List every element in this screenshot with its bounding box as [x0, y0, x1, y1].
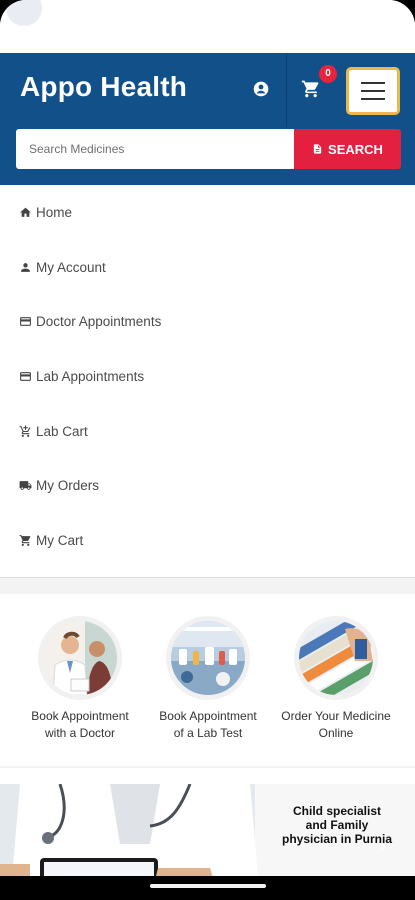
menu-item-label: My Account: [36, 259, 106, 275]
card-icon: [18, 369, 32, 383]
service-order-medicine[interactable]: Order Your Medicine Online: [276, 616, 396, 742]
menu-item-label: Home: [36, 204, 73, 220]
menu-item-lab-appointments[interactable]: Lab Appointments: [0, 349, 415, 404]
menu-item-lab-cart[interactable]: Lab Cart: [0, 404, 415, 459]
menu-item-my-cart[interactable]: My Cart: [0, 513, 415, 568]
menu-item-my-orders[interactable]: My Orders: [0, 458, 415, 513]
menu-item-label: My Cart: [36, 532, 84, 548]
menu-item-label: Doctor Appointments: [36, 314, 162, 330]
status-bar: [0, 0, 415, 26]
search-button-label: SEARCH: [328, 141, 383, 157]
service-label: Book Appointment of a Lab Test: [148, 708, 268, 742]
app-title: Appo Health: [20, 71, 188, 102]
doctor-photo-icon: [38, 616, 122, 700]
menu-item-label: My Orders: [36, 478, 100, 494]
service-label-line: Online: [318, 726, 354, 740]
chevron-right-icon[interactable]: [374, 838, 392, 856]
app-header: Appo Health 0 SEARCH: [0, 53, 415, 185]
search-button[interactable]: SEARCH: [294, 129, 401, 169]
cart-icon: [18, 533, 32, 547]
document-search-icon: [313, 144, 322, 154]
menu-item-my-account[interactable]: My Account: [0, 240, 415, 295]
header-divider: [286, 53, 287, 127]
cart-add-icon: [18, 424, 32, 438]
hamburger-menu-button[interactable]: [346, 67, 400, 115]
menu-item-home[interactable]: Home: [0, 185, 415, 240]
banner-text-line: Child specialist: [292, 804, 382, 818]
menu-item-label: Lab Cart: [36, 423, 88, 439]
home-icon: [18, 205, 32, 219]
service-doctor-appointment[interactable]: Book Appointment with a Doctor: [20, 616, 140, 742]
person-icon: [18, 260, 32, 274]
service-label: Order Your Medicine Online: [276, 708, 396, 742]
menu-item-label: Lab Appointments: [36, 368, 145, 384]
service-label-line: with a Doctor: [44, 726, 116, 740]
system-navigation-bar: [0, 876, 415, 900]
services-section: Book Appointment with a Doctor Book Appo…: [0, 594, 415, 766]
app-screen: Appo Health 0 SEARCH: [0, 0, 415, 900]
service-label-line: Order Your Medicine: [281, 709, 391, 723]
service-label-line: of a Lab Test: [173, 726, 243, 740]
cart-count-badge: 0: [319, 65, 337, 83]
menu-item-doctor-appointments[interactable]: Doctor Appointments: [0, 294, 415, 349]
status-camera-icon: [6, 0, 42, 26]
card-icon: [18, 315, 32, 329]
lab-photo-icon: [166, 616, 250, 700]
pharmacy-photo-icon: [294, 616, 378, 700]
hamburger-line: [361, 98, 385, 100]
banner-text-line: and Family: [305, 818, 369, 832]
nav-menu: Home My Account Doctor Appointments Lab …: [0, 185, 415, 568]
service-label-line: Book Appointment: [159, 709, 257, 723]
hamburger-line: [361, 90, 385, 92]
hamburger-line: [361, 82, 385, 84]
service-lab-test[interactable]: Book Appointment of a Lab Test: [148, 616, 268, 742]
home-gesture-pill[interactable]: [150, 884, 266, 888]
truck-icon: [18, 479, 32, 493]
service-label-line: Book Appointment: [31, 709, 129, 723]
account-circle-icon[interactable]: [253, 81, 269, 97]
cart-icon[interactable]: [300, 79, 322, 99]
search-input[interactable]: [16, 129, 294, 169]
service-label: Book Appointment with a Doctor: [20, 708, 140, 742]
